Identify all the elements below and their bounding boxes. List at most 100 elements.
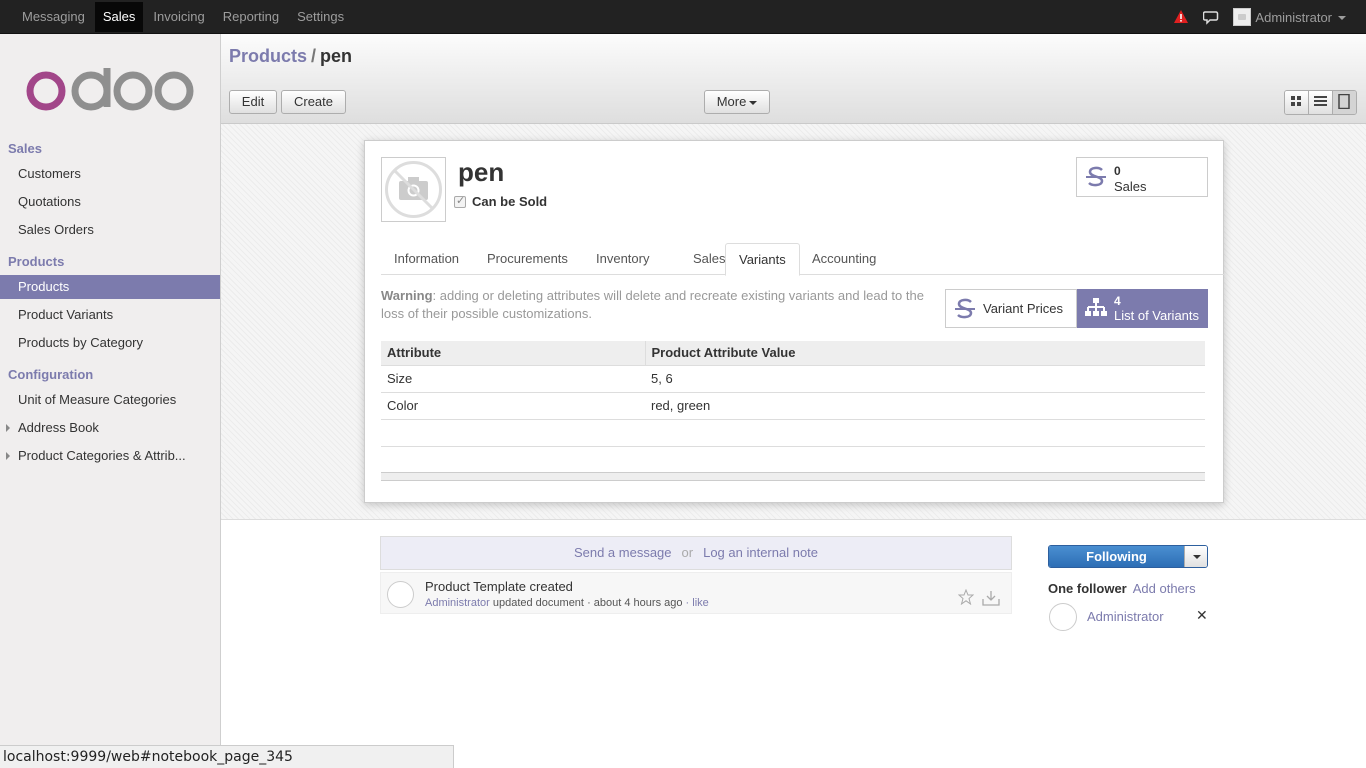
tab-procurements[interactable]: Procurements [474, 243, 581, 275]
app-menu: Messaging Sales Invoicing Reporting Sett… [14, 0, 354, 34]
following-dropdown[interactable] [1184, 546, 1207, 567]
menu-settings[interactable]: Settings [289, 2, 352, 32]
edit-button[interactable]: Edit [229, 90, 277, 114]
attribute-value-cell: 5, 6 [645, 365, 1205, 393]
table-header-row: Attribute Product Attribute Value [381, 341, 1205, 366]
message-meta: Administrator updated document · about 4… [425, 597, 709, 609]
kanban-view-button[interactable] [1285, 91, 1309, 114]
can-be-sold-checkbox[interactable] [454, 194, 466, 208]
tab-inventory[interactable]: Inventory [583, 243, 662, 275]
variant-prices-button[interactable]: Variant Prices [945, 289, 1077, 328]
chevron-down-icon [749, 100, 758, 105]
sidebar-section-configuration: Configuration [8, 367, 94, 382]
notebook-tabs: Information Procurements Inventory Sales… [381, 243, 1225, 276]
menu-reporting[interactable]: Reporting [215, 2, 287, 32]
form-view-button[interactable] [1333, 91, 1356, 114]
sidebar-item-product-categories[interactable]: Product Categories & Attrib... [0, 444, 220, 468]
sidebar-item-quotations[interactable]: Quotations [0, 190, 220, 214]
column-header-attribute-value[interactable]: Product Attribute Value [645, 341, 1205, 366]
warning-text: : adding or deleting attributes will del… [381, 288, 924, 321]
message-author-link[interactable]: Administrator [425, 597, 490, 609]
user-area: Administrator [1173, 0, 1346, 34]
menu-invoicing[interactable]: Invoicing [145, 2, 212, 32]
message-action: updated document [492, 597, 584, 609]
sidebar-item-uom-categories[interactable]: Unit of Measure Categories [0, 388, 220, 412]
message-title: Product Template created [425, 579, 573, 594]
follower-item: Administrator ✕ [1048, 602, 1208, 632]
breadcrumb-current: pen [320, 46, 353, 66]
add-others-link[interactable]: Add others [1133, 581, 1196, 596]
product-form-sheet: pen Can be Sold 0 Sales Information Proc… [364, 140, 1225, 503]
sidebar-item-products[interactable]: Products [0, 275, 220, 299]
tab-information[interactable]: Information [381, 243, 472, 275]
more-dropdown-button[interactable]: More [704, 90, 770, 114]
column-header-attribute[interactable]: Attribute [381, 341, 646, 366]
attribute-cell: Size [381, 365, 645, 393]
sidebar-section-sales: Sales [8, 141, 42, 156]
breadcrumb-products-link[interactable]: Products [229, 46, 307, 66]
expand-arrow-icon [6, 424, 10, 432]
sidebar-item-address-book[interactable]: Address Book [0, 416, 220, 440]
user-avatar[interactable] [1233, 8, 1252, 26]
odoo-logo[interactable] [26, 68, 194, 114]
top-navbar: Messaging Sales Invoicing Reporting Sett… [0, 0, 1366, 34]
followers-header: One follower Add others [1048, 581, 1196, 596]
variants-label: List of Variants [1114, 308, 1200, 323]
sidebar-item-label: Address Book [18, 420, 99, 435]
list-view-button[interactable] [1309, 91, 1333, 114]
or-label: or [681, 545, 694, 560]
followers-title: One follower [1048, 581, 1127, 596]
sidebar-item-product-variants[interactable]: Product Variants [0, 303, 220, 327]
view-switcher [1284, 90, 1357, 115]
sidebar-item-customers[interactable]: Customers [0, 162, 220, 186]
sidebar-item-products-by-category[interactable]: Products by Category [0, 331, 220, 355]
no-image-camera-icon [385, 161, 442, 218]
user-menu[interactable]: Administrator [1255, 10, 1346, 25]
warning-icon[interactable] [1173, 9, 1189, 25]
table-row[interactable]: Size 5, 6 [381, 365, 1205, 393]
sidebar-item-label: Product Categories & Attrib... [18, 448, 186, 463]
sales-smart-button[interactable]: 0 Sales [1076, 157, 1208, 197]
create-button[interactable]: Create [281, 90, 346, 114]
following-button[interactable]: Following [1048, 545, 1208, 568]
follower-avatar[interactable] [1049, 603, 1077, 631]
table-footer [381, 472, 1205, 481]
send-message-link[interactable]: Send a message [574, 545, 672, 560]
tab-variants[interactable]: Variants [725, 243, 800, 276]
variant-prices-label: Variant Prices [983, 301, 1063, 316]
star-icon[interactable] [958, 589, 974, 605]
variants-warning: Warning: adding or deleting attributes w… [381, 287, 941, 323]
like-link[interactable]: like [692, 597, 709, 609]
following-label[interactable]: Following [1049, 546, 1184, 567]
user-name: Administrator [1255, 9, 1332, 25]
author-avatar[interactable] [387, 581, 414, 608]
download-icon[interactable] [981, 589, 1001, 607]
can-be-sold-label: Can be Sold [472, 194, 548, 209]
sitemap-icon [1085, 298, 1107, 316]
chat-icon[interactable] [1203, 9, 1219, 25]
chevron-down-icon [1338, 16, 1346, 21]
breadcrumb-separator: / [311, 46, 317, 66]
menu-messaging[interactable]: Messaging [14, 2, 93, 32]
product-image[interactable] [381, 157, 446, 222]
dollar-icon [955, 298, 975, 319]
warning-title: Warning [381, 288, 433, 303]
attribute-value-cell: red, green [645, 392, 1205, 420]
log-note-link[interactable]: Log an internal note [703, 545, 818, 560]
list-of-variants-button[interactable]: 4 List of Variants [1077, 289, 1208, 328]
remove-follower-icon[interactable]: ✕ [1196, 607, 1208, 624]
form-icon [1338, 94, 1350, 109]
dollar-icon [1086, 166, 1106, 187]
menu-sales[interactable]: Sales [94, 2, 144, 32]
sidebar-item-sales-orders[interactable]: Sales Orders [0, 218, 220, 242]
breadcrumb: Products / pen [229, 46, 352, 67]
message-time: about 4 hours ago [593, 597, 683, 609]
table-row[interactable]: Color red, green [381, 392, 1205, 420]
follower-name[interactable]: Administrator [1087, 609, 1164, 624]
kanban-icon [1291, 96, 1301, 106]
tab-accounting[interactable]: Accounting [799, 243, 889, 275]
attributes-table: Attribute Product Attribute Value Size 5… [381, 341, 1205, 474]
chevron-down-icon [1193, 555, 1201, 559]
chatter-compose-bar: Send a message or Log an internal note [380, 536, 1012, 570]
attribute-cell: Color [381, 392, 645, 420]
